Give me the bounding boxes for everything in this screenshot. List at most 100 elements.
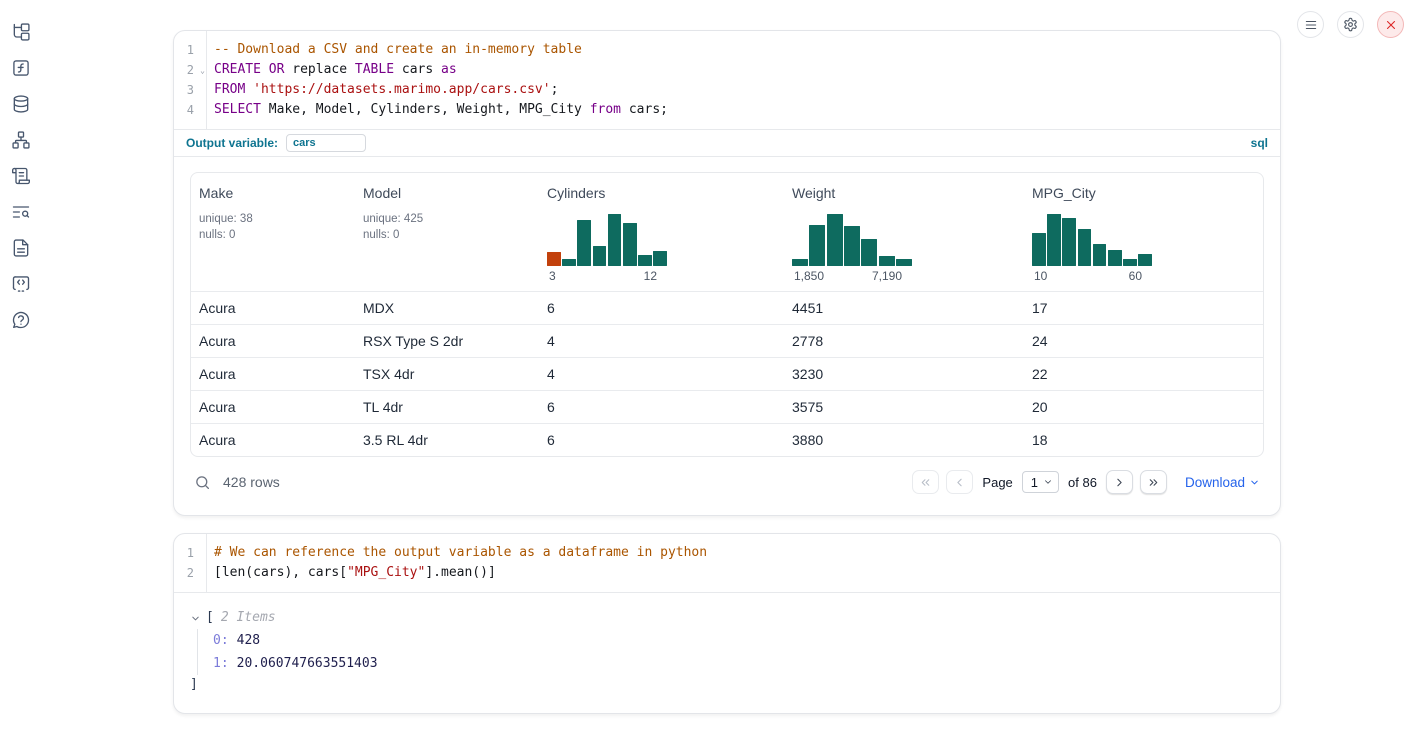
column-header-Make[interactable]: Makeunique: 38nulls: 0 [191, 173, 355, 291]
download-button[interactable]: Download [1185, 475, 1260, 490]
table-cell[interactable]: 6 [539, 399, 784, 415]
search-button[interactable] [194, 474, 211, 491]
next-page-button[interactable] [1106, 470, 1133, 494]
table-cell[interactable]: 20 [1024, 399, 1263, 415]
hist-bar [608, 214, 622, 266]
table-row[interactable]: AcuraMDX6445117 [191, 291, 1263, 324]
previous-page-button[interactable] [946, 470, 973, 494]
table-row[interactable]: AcuraTL 4dr6357520 [191, 390, 1263, 423]
hist-axis-labels: 1060 [1032, 269, 1152, 283]
close-icon [1384, 18, 1398, 32]
sitemap-icon[interactable] [10, 129, 32, 151]
table-cell[interactable]: 24 [1024, 333, 1263, 349]
code-snippet-icon[interactable] [10, 273, 32, 295]
file-document-icon[interactable] [10, 237, 32, 259]
page-select[interactable]: 1 [1022, 471, 1059, 493]
histogram-Cylinders[interactable]: 312 [547, 214, 667, 283]
function-square-icon[interactable] [10, 57, 32, 79]
hist-bar [1047, 214, 1061, 266]
column-header-Cylinders[interactable]: Cylinders312 [539, 173, 784, 291]
table-cell[interactable]: 4451 [784, 300, 1024, 316]
table-cell[interactable]: Acura [191, 366, 355, 382]
hist-bar [861, 239, 877, 266]
hist-bar [1062, 218, 1076, 266]
hist-bar [547, 252, 561, 266]
table-cell[interactable]: TSX 4dr [355, 366, 539, 382]
page-label: Page [982, 475, 1012, 490]
table-body: AcuraMDX6445117AcuraRSX Type S 2dr427782… [191, 291, 1263, 456]
column-stats: unique: 425nulls: 0 [363, 211, 531, 243]
python-code-editor[interactable]: 1# We can reference the output variable … [174, 534, 1280, 593]
tree-item-key: 1: [213, 656, 229, 671]
table-cell[interactable]: 6 [539, 300, 784, 316]
table-cell[interactable]: 22 [1024, 366, 1263, 382]
table-cell[interactable]: MDX [355, 300, 539, 316]
hist-axis-labels: 312 [547, 269, 667, 283]
table-cell[interactable]: Acura [191, 300, 355, 316]
fold-chevron-icon[interactable]: ⌄ [200, 61, 205, 81]
sql-cell-output: Makeunique: 38nulls: 0 Model unique: 425nu… [174, 157, 1280, 515]
row-count: 428 rows [223, 474, 280, 490]
first-page-button[interactable] [912, 470, 939, 494]
histogram-MPG_City[interactable]: 1060 [1032, 214, 1152, 283]
sql-cell-footer: Output variable: sql [174, 129, 1280, 157]
hist-bar [1093, 244, 1107, 266]
code-line[interactable]: 4SELECT Make, Model, Cylinders, Weight, … [174, 100, 1280, 120]
hist-bar [792, 259, 808, 266]
table-cell[interactable]: 18 [1024, 432, 1263, 448]
table-cell[interactable]: 17 [1024, 300, 1263, 316]
hist-bar [1138, 254, 1152, 266]
code-line[interactable]: 2[len(cars), cars["MPG_City"].mean()] [174, 563, 1280, 583]
column-header-Model[interactable]: Model unique: 425nulls: 0 [355, 173, 539, 291]
table-cell[interactable]: 4 [539, 366, 784, 382]
table-cell[interactable]: 3880 [784, 432, 1024, 448]
code-line[interactable]: 3FROM 'https://datasets.marimo.app/cars.… [174, 80, 1280, 100]
table-cell[interactable]: 6 [539, 432, 784, 448]
code-line[interactable]: 1# We can reference the output variable … [174, 543, 1280, 563]
table-cell[interactable]: Acura [191, 399, 355, 415]
line-number: 4 [174, 100, 206, 120]
table-cell[interactable]: 4 [539, 333, 784, 349]
table-row[interactable]: AcuraTSX 4dr4323022 [191, 357, 1263, 390]
line-number: 1 [174, 543, 206, 563]
menu-button[interactable] [1297, 11, 1324, 38]
table-cell[interactable]: RSX Type S 2dr [355, 333, 539, 349]
histogram-Weight[interactable]: 1,8507,190 [792, 214, 912, 283]
database-icon[interactable] [10, 93, 32, 115]
output-variable-input[interactable] [286, 134, 366, 152]
close-button[interactable] [1377, 11, 1404, 38]
table-cell[interactable]: Acura [191, 333, 355, 349]
chevron-down-icon [1043, 477, 1053, 487]
table-row[interactable]: Acura3.5 RL 4dr6388018 [191, 423, 1263, 456]
column-header-Weight[interactable]: Weight 1,8507,190 [784, 173, 1024, 291]
column-header-MPG_City[interactable]: MPG_City 1060 [1024, 173, 1263, 291]
file-tree-icon[interactable] [10, 21, 32, 43]
code-line[interactable]: 2⌄CREATE OR replace TABLE cars as [174, 60, 1280, 80]
table-row[interactable]: AcuraRSX Type S 2dr4277824 [191, 324, 1263, 357]
items-count-label: 2 Items [221, 607, 276, 629]
output-variable-label: Output variable: [186, 136, 278, 150]
last-page-button[interactable] [1140, 470, 1167, 494]
python-cell: 1# We can reference the output variable … [173, 533, 1281, 714]
table-cell[interactable]: TL 4dr [355, 399, 539, 415]
settings-button[interactable] [1337, 11, 1364, 38]
code-line[interactable]: 1-- Download a CSV and create an in-memo… [174, 40, 1280, 60]
left-sidebar [10, 21, 32, 331]
table-cell[interactable]: 2778 [784, 333, 1024, 349]
column-name: Model [363, 185, 531, 201]
text-search-icon[interactable] [10, 201, 32, 223]
help-circle-icon[interactable] [10, 309, 32, 331]
collapse-chevron-icon[interactable] [190, 613, 201, 624]
column-name: Make [199, 185, 347, 201]
gear-icon [1343, 17, 1358, 32]
column-name: MPG_City [1032, 185, 1255, 201]
table-cell[interactable]: 3230 [784, 366, 1024, 382]
table-cell[interactable]: 3575 [784, 399, 1024, 415]
sql-code-editor[interactable]: 1-- Download a CSV and create an in-memo… [174, 31, 1280, 129]
column-name: Weight [792, 185, 1016, 201]
hist-bar [562, 259, 576, 266]
table-cell[interactable]: 3.5 RL 4dr [355, 432, 539, 448]
tree-item-key: 0: [213, 633, 229, 648]
scroll-text-icon[interactable] [10, 165, 32, 187]
table-cell[interactable]: Acura [191, 432, 355, 448]
